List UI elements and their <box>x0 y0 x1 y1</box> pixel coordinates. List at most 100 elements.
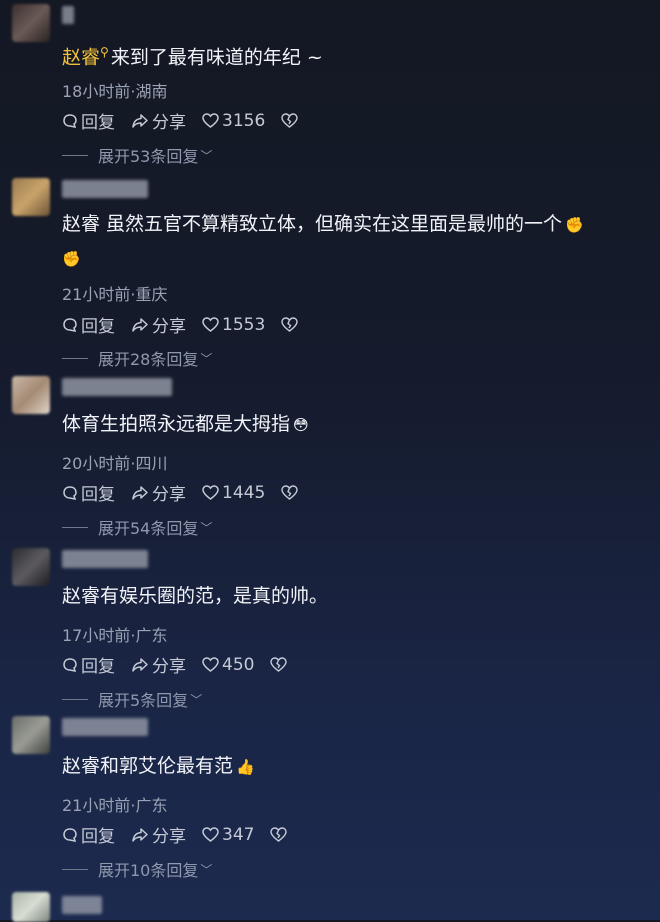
comment-text: 赵睿 虽然五官不算精致立体，但确实在这里面是最帅的一个 ✊ <box>62 210 584 239</box>
chevron-down-icon: ﹀ <box>200 148 213 163</box>
avatar[interactable] <box>12 178 50 216</box>
username-blurred[interactable] <box>62 6 74 24</box>
avatar[interactable] <box>12 716 50 754</box>
expand-label: 展开10条回复 <box>98 861 199 880</box>
action-bar: 回复 分享 450 <box>62 652 306 677</box>
comment-meta: 21小时前·重庆 <box>62 285 168 304</box>
broken-heart-icon <box>270 827 288 842</box>
comment-body: 赵睿有娱乐圈的范，是真的帅。 <box>62 585 329 607</box>
avatar[interactable] <box>12 548 50 586</box>
comment-body: 来到了最有味道的年纪 ~ <box>110 46 323 69</box>
avatar[interactable] <box>12 892 50 922</box>
comment-text-continuation: ✊ <box>62 244 81 273</box>
chevron-down-icon: ﹀ <box>200 351 213 366</box>
reply-label: 回复 <box>81 485 115 505</box>
reply-icon <box>63 485 77 500</box>
expand-replies[interactable]: 展开10条回复 ﹀ <box>62 857 212 881</box>
action-bar: 回复 分享 1553 <box>62 312 317 337</box>
expand-label: 展开54条回复 <box>98 519 199 538</box>
reply-label: 回复 <box>81 317 115 337</box>
chevron-down-icon: ﹀ <box>200 520 213 535</box>
comment-body: 体育生拍照永远都是大拇指 <box>62 413 291 435</box>
heart-icon <box>202 657 219 672</box>
comment-body: 赵睿 虽然五官不算精致立体，但确实在这里面是最帅的一个 <box>62 213 563 235</box>
share-icon <box>132 485 148 500</box>
like-count: 450 <box>222 654 255 675</box>
share-label: 分享 <box>152 485 186 505</box>
share-icon <box>132 113 148 128</box>
expand-replies[interactable]: 展开54条回复 ﹀ <box>62 515 212 539</box>
like-button[interactable]: 3156 <box>202 111 265 131</box>
like-button[interactable]: 450 <box>202 655 254 675</box>
avatar[interactable] <box>12 4 50 42</box>
like-count: 347 <box>222 824 255 845</box>
like-count: 1553 <box>222 314 266 335</box>
comment-text: 赵睿有娱乐圈的范，是真的帅。 <box>62 582 328 610</box>
share-label: 分享 <box>152 113 186 133</box>
reply-label: 回复 <box>81 657 115 677</box>
reply-button[interactable]: 回复 <box>62 108 115 133</box>
like-button[interactable]: 1553 <box>202 315 265 335</box>
divider-line <box>62 868 88 870</box>
share-button[interactable]: 分享 <box>131 480 186 505</box>
expand-label: 展开28条回复 <box>98 350 199 369</box>
share-button[interactable]: 分享 <box>131 108 186 133</box>
fist-emoji-icon: ✊ <box>62 249 81 268</box>
expand-label: 展开5条回复 <box>98 691 189 710</box>
comment-text: 体育生拍照永远都是大拇指 😳 <box>62 410 309 439</box>
broken-heart-icon <box>281 317 298 332</box>
avatar[interactable] <box>12 376 50 414</box>
comment-meta: 18小时前·湖南 <box>62 82 168 101</box>
reply-label: 回复 <box>81 113 115 133</box>
reply-button[interactable]: 回复 <box>62 822 115 847</box>
dislike-button[interactable] <box>281 317 301 332</box>
thumbs-up-emoji-icon: 👍 <box>236 757 255 776</box>
reply-button[interactable]: 回复 <box>62 312 115 337</box>
dislike-button[interactable] <box>281 485 301 500</box>
expand-replies[interactable]: 展开28条回复 ﹀ <box>62 346 212 370</box>
reply-icon <box>63 827 77 842</box>
like-count: 3156 <box>222 110 266 131</box>
action-bar: 回复 分享 347 <box>62 822 306 847</box>
author-highlight[interactable]: 赵睿 <box>62 46 100 68</box>
username-blurred[interactable] <box>62 180 148 198</box>
reply-label: 回复 <box>81 827 115 847</box>
share-icon <box>132 827 148 842</box>
chevron-down-icon: ﹀ <box>200 862 213 877</box>
action-bar: 回复 分享 1445 <box>62 480 317 505</box>
comment-meta: 20小时前·四川 <box>62 454 168 473</box>
reply-icon <box>63 657 77 672</box>
comment-body: 赵睿和郭艾伦最有范 <box>62 755 234 777</box>
smiling-emoji-icon: 😳 <box>293 415 309 434</box>
username-blurred[interactable] <box>62 550 148 568</box>
dislike-button[interactable] <box>270 827 290 842</box>
expand-label: 展开53条回复 <box>98 147 199 166</box>
share-button[interactable]: 分享 <box>131 652 186 677</box>
expand-replies[interactable]: 展开53条回复 ﹀ <box>62 143 212 167</box>
reply-icon <box>63 113 77 128</box>
comment-text: 赵睿和郭艾伦最有范 👍 <box>62 752 255 781</box>
heart-icon <box>202 113 219 128</box>
reply-button[interactable]: 回复 <box>62 480 115 505</box>
share-button[interactable]: 分享 <box>131 312 186 337</box>
broken-heart-icon <box>281 113 298 128</box>
broken-heart-icon <box>270 657 288 672</box>
share-icon <box>132 317 148 332</box>
share-button[interactable]: 分享 <box>131 822 186 847</box>
heart-icon <box>202 827 219 842</box>
like-button[interactable]: 1445 <box>202 483 265 503</box>
username-blurred[interactable] <box>62 896 102 914</box>
divider-line <box>62 698 88 700</box>
username-blurred[interactable] <box>62 378 172 396</box>
broken-heart-icon <box>281 485 298 500</box>
heart-icon <box>202 485 219 500</box>
search-icon[interactable]: ⚲ <box>100 45 109 59</box>
reply-button[interactable]: 回复 <box>62 652 115 677</box>
comment-meta: 17小时前·广东 <box>62 626 168 645</box>
like-button[interactable]: 347 <box>202 825 254 845</box>
username-blurred[interactable] <box>62 718 148 736</box>
dislike-button[interactable] <box>281 113 301 128</box>
divider-line <box>62 526 88 528</box>
expand-replies[interactable]: 展开5条回复 ﹀ <box>62 687 202 711</box>
dislike-button[interactable] <box>270 657 290 672</box>
